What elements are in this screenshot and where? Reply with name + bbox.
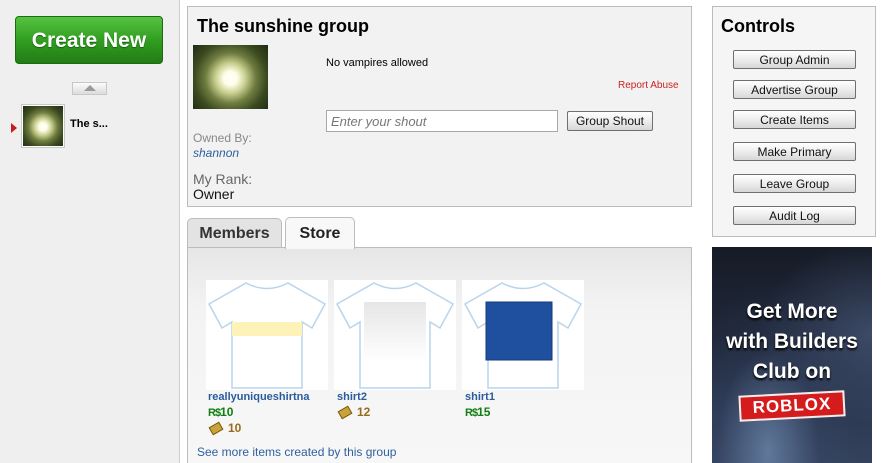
shout-input[interactable] [326,110,558,132]
group-admin-button[interactable]: Group Admin [733,50,856,69]
sun-image [23,106,63,146]
group-title: The sunshine group [197,16,370,36]
tix-icon [337,405,353,420]
robux-price: R$15 [465,405,491,419]
group-shout-button[interactable]: Group Shout [567,111,653,131]
sun-image [193,45,268,109]
roblox-logo: ROBLOX [738,390,846,422]
make-primary-button[interactable]: Make Primary [733,142,856,161]
ad-line: Club on [752,360,832,383]
selected-group-arrow-icon [11,123,17,133]
owned-by-label: Owned By: [193,131,252,145]
report-abuse-link[interactable]: Report Abuse [618,80,679,91]
store-item-name[interactable]: shirt1 [465,391,575,403]
rank-label: My Rank: [193,171,253,187]
advertise-group-button[interactable]: Advertise Group [733,80,856,99]
chevron-up-icon [84,85,96,91]
tab-store[interactable]: Store [285,217,355,249]
create-new-button[interactable]: Create New [15,16,163,64]
tix-price: 10 [208,421,241,436]
groups-sidebar [0,0,180,463]
controls-title: Controls [721,16,795,36]
audit-log-button[interactable]: Audit Log [733,206,856,225]
group-description: No vampires allowed [326,57,429,69]
store-item-card[interactable] [462,280,584,390]
ad-line: with Builders [726,330,858,353]
store-item-card[interactable] [334,280,456,390]
leave-group-button[interactable]: Leave Group [733,174,856,193]
owner-link[interactable]: shannon [193,146,239,160]
store-item-name[interactable]: reallyuniqueshirtna [208,391,318,403]
robux-icon: R$ [465,407,478,419]
tix-price: 12 [337,405,370,420]
group-emblem-image [193,45,268,109]
builders-club-ad[interactable]: Get More with Builders Club on ROBLOX [712,247,872,463]
ad-text: Get More with Builders Club on [712,297,872,387]
tix-icon [208,421,224,436]
store-item-card[interactable] [206,280,328,390]
robux-price: R$10 [208,405,234,419]
shirt-icon [207,282,327,389]
see-more-items-link[interactable]: See more items created by this group [197,445,396,459]
groups-scroll-up-button[interactable] [72,82,107,95]
robux-icon: R$ [208,407,221,419]
sidebar-group-label[interactable]: The s... [70,118,108,130]
shirt-icon [335,282,455,389]
ad-line: Get More [746,300,838,323]
create-items-button[interactable]: Create Items [733,110,856,129]
sidebar-group-thumbnail[interactable] [21,104,65,148]
shirt-icon [463,282,583,389]
tab-members[interactable]: Members [187,218,282,247]
store-item-name[interactable]: shirt2 [337,391,447,403]
rank-value: Owner [193,186,235,202]
